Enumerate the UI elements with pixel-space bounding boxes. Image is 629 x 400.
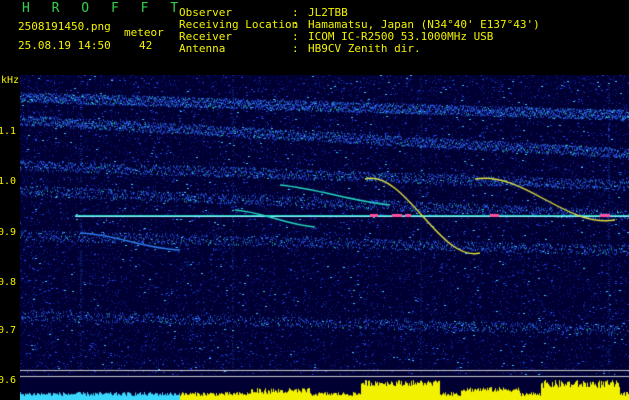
y-unit-label: kHz bbox=[1, 75, 20, 86]
image-filename: 2508191450.png bbox=[18, 20, 111, 33]
y-tick-label: 0.9 bbox=[0, 227, 16, 238]
info-label-antenna: Antenna bbox=[179, 42, 226, 55]
spectrogram-waterfall bbox=[20, 75, 629, 400]
y-tick-label: 1.1 bbox=[0, 126, 16, 137]
y-tick-label: 0.8 bbox=[0, 277, 16, 288]
info-separator: : bbox=[292, 42, 299, 55]
y-tick-label: 0.7 bbox=[0, 325, 16, 336]
y-tick-label: 1.0 bbox=[0, 176, 16, 187]
meteor-count: 42 bbox=[139, 39, 153, 52]
y-tick-label: 0.6 bbox=[0, 375, 16, 386]
header-panel: H R O F F T 2508191450.png 25.08.19 14:5… bbox=[0, 0, 629, 72]
hroffft-window: { "app": { "name": "H R O F F T", "filen… bbox=[0, 0, 629, 400]
capture-datetime: 25.08.19 14:50 bbox=[18, 39, 111, 52]
app-title: H R O F F T bbox=[22, 1, 186, 16]
antenna-value: HB9CV Zenith dir. bbox=[308, 42, 421, 55]
count-label: meteor bbox=[124, 26, 164, 39]
